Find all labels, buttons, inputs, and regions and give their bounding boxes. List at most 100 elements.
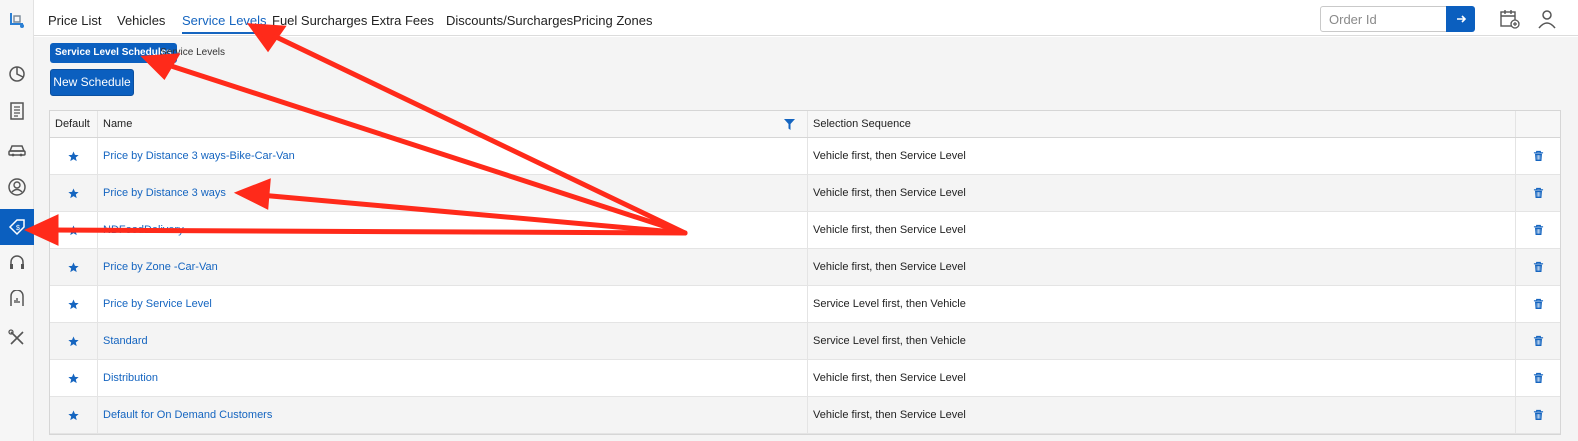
selection-sequence-cell: Vehicle first, then Service Level <box>808 360 1516 396</box>
table-row[interactable]: Price by Distance 3 ways Vehicle first, t… <box>50 175 1560 212</box>
default-cell[interactable] <box>50 323 98 359</box>
arrow-right-icon <box>1456 15 1466 23</box>
table-row[interactable]: Price by Service Level Service Level firs… <box>50 286 1560 323</box>
actions-cell <box>1516 323 1560 359</box>
tab-vehicles[interactable]: Vehicles <box>117 8 165 34</box>
order-search-button[interactable] <box>1446 6 1475 32</box>
default-cell[interactable] <box>50 360 98 396</box>
schedule-name-link[interactable]: Default for On Demand Customers <box>103 409 272 421</box>
subtab-service-level-schedules[interactable]: Service Level Schedules <box>50 43 177 63</box>
star-icon[interactable] <box>68 224 79 236</box>
table-row[interactable]: Price by Zone -Car-Van Vehicle first, the… <box>50 249 1560 286</box>
trash-icon[interactable] <box>1533 409 1544 421</box>
tab-pricing-zones[interactable]: Pricing Zones <box>573 8 652 34</box>
trash-icon[interactable] <box>1533 261 1544 273</box>
star-icon[interactable] <box>68 261 79 273</box>
star-icon[interactable] <box>68 409 79 421</box>
subtab-service-levels[interactable]: Service Levels <box>160 43 225 63</box>
selection-sequence-cell: Vehicle first, then Service Level <box>808 212 1516 248</box>
schedule-name-link[interactable]: Distribution <box>103 372 158 384</box>
star-icon[interactable] <box>68 150 79 162</box>
dashboard-chart-icon[interactable] <box>0 56 34 92</box>
order-id-input[interactable] <box>1320 6 1447 32</box>
actions-cell <box>1516 175 1560 211</box>
default-cell[interactable] <box>50 286 98 322</box>
selection-sequence-cell: Service Level first, then Vehicle <box>808 323 1516 359</box>
table-row[interactable]: NDFoodDelivery Vehicle first, then Servic… <box>50 212 1560 249</box>
trash-icon[interactable] <box>1533 224 1544 236</box>
default-cell[interactable] <box>50 175 98 211</box>
schedule-name-link[interactable]: Price by Zone -Car-Van <box>103 261 218 273</box>
actions-cell <box>1516 286 1560 322</box>
trash-icon[interactable] <box>1533 187 1544 199</box>
default-cell[interactable] <box>50 138 98 174</box>
table-row[interactable]: Price by Distance 3 ways-Bike-Car-Van Veh… <box>50 138 1560 175</box>
filter-icon[interactable] <box>784 119 795 130</box>
reports-icon[interactable] <box>0 282 34 318</box>
schedule-name-link[interactable]: Price by Distance 3 ways <box>103 187 226 199</box>
schedules-table: Default Name Selection Sequence Price by… <box>49 110 1561 435</box>
car-icon[interactable] <box>0 131 34 167</box>
orders-list-icon[interactable] <box>0 93 34 129</box>
name-cell: Price by Service Level <box>98 286 808 322</box>
calendar-add-icon[interactable] <box>1498 8 1520 30</box>
new-schedule-button[interactable]: New Schedule <box>50 69 134 96</box>
tools-icon[interactable] <box>0 320 34 356</box>
name-cell: Default for On Demand Customers <box>98 397 808 433</box>
actions-cell <box>1516 360 1560 396</box>
main-content: Service Level Schedules Service Levels N… <box>34 37 1578 441</box>
svg-text:$: $ <box>16 225 20 232</box>
column-header-name-label: Name <box>103 118 133 130</box>
default-cell[interactable] <box>50 397 98 433</box>
trash-icon[interactable] <box>1533 298 1544 310</box>
selection-sequence-cell: Vehicle first, then Service Level <box>808 397 1516 433</box>
selection-sequence-cell: Vehicle first, then Service Level <box>808 175 1516 211</box>
tab-price-list[interactable]: Price List <box>48 8 101 34</box>
schedule-name-link[interactable]: NDFoodDelivery <box>103 224 184 236</box>
table-row[interactable]: Distribution Vehicle first, then Service … <box>50 360 1560 397</box>
table-row[interactable]: Standard Service Level first, then Vehicl… <box>50 323 1560 360</box>
name-cell: Price by Distance 3 ways <box>98 175 808 211</box>
column-header-actions <box>1516 111 1560 137</box>
table-body: Price by Distance 3 ways-Bike-Car-Van Veh… <box>50 138 1560 434</box>
selection-sequence-cell: Vehicle first, then Service Level <box>808 249 1516 285</box>
user-account-icon[interactable] <box>1536 8 1558 30</box>
star-icon[interactable] <box>68 335 79 347</box>
trash-icon[interactable] <box>1533 335 1544 347</box>
selection-sequence-cell: Service Level first, then Vehicle <box>808 286 1516 322</box>
default-cell[interactable] <box>50 212 98 248</box>
table-row[interactable]: Default for On Demand Customers Vehicle f… <box>50 397 1560 434</box>
sidebar: $ <box>0 0 34 441</box>
name-cell: Distribution <box>98 360 808 396</box>
price-tag-icon[interactable]: $ <box>0 209 34 245</box>
trash-icon[interactable] <box>1533 150 1544 162</box>
actions-cell <box>1516 212 1560 248</box>
column-header-selection-sequence[interactable]: Selection Sequence <box>808 111 1516 137</box>
column-header-default[interactable]: Default <box>50 111 98 137</box>
name-cell: Price by Zone -Car-Van <box>98 249 808 285</box>
star-icon[interactable] <box>68 372 79 384</box>
headset-icon[interactable] <box>0 245 34 281</box>
tab-extra-fees[interactable]: Extra Fees <box>371 8 434 34</box>
app-logo-icon[interactable] <box>0 2 34 38</box>
schedule-name-link[interactable]: Price by Distance 3 ways-Bike-Car-Van <box>103 150 295 162</box>
tab-fuel-surcharges[interactable]: Fuel Surcharges <box>272 8 367 34</box>
table-header: Default Name Selection Sequence <box>50 111 1560 138</box>
name-cell: NDFoodDelivery <box>98 212 808 248</box>
name-cell: Price by Distance 3 ways-Bike-Car-Van <box>98 138 808 174</box>
actions-cell <box>1516 397 1560 433</box>
default-cell[interactable] <box>50 249 98 285</box>
schedule-name-link[interactable]: Price by Service Level <box>103 298 212 310</box>
tab-discounts-surcharges[interactable]: Discounts/Surcharges <box>446 8 573 34</box>
actions-cell <box>1516 249 1560 285</box>
actions-cell <box>1516 138 1560 174</box>
schedule-name-link[interactable]: Standard <box>103 335 148 347</box>
name-cell: Standard <box>98 323 808 359</box>
selection-sequence-cell: Vehicle first, then Service Level <box>808 138 1516 174</box>
user-circle-icon[interactable] <box>0 169 34 205</box>
tab-service-levels[interactable]: Service Levels <box>182 8 267 34</box>
trash-icon[interactable] <box>1533 372 1544 384</box>
column-header-name[interactable]: Name <box>98 111 808 137</box>
star-icon[interactable] <box>68 298 79 310</box>
star-icon[interactable] <box>68 187 79 199</box>
